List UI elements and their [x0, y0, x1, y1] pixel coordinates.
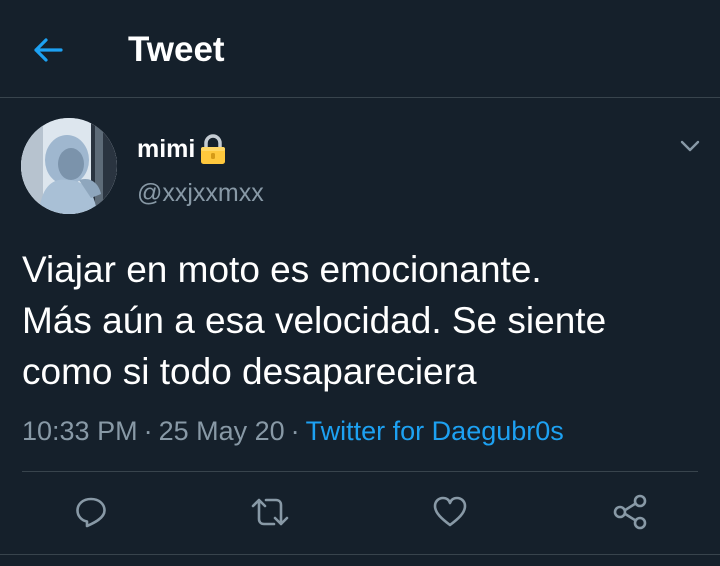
tweet-metadata: 10:33 PM · 25 May 20 · Twitter for Daegu…: [22, 413, 564, 449]
separator-dot: ·: [290, 415, 300, 446]
heart-icon: [432, 495, 468, 529]
tweet-text: Viajar en moto es emocionante. Más aún a…: [22, 249, 607, 392]
tweet-options-button[interactable]: [676, 132, 704, 160]
tweet-detail-screen: Tweet mimi @xxjxxmxx Viajar en moto es e…: [0, 0, 720, 566]
retweet-button[interactable]: [244, 486, 296, 538]
tweet-date: 25 May 20: [158, 415, 285, 446]
chevron-down-icon: [680, 140, 700, 152]
display-name[interactable]: mimi: [137, 135, 195, 164]
share-button[interactable]: [604, 486, 656, 538]
reply-bubble-icon: [74, 495, 108, 529]
top-app-bar: Tweet: [0, 0, 720, 98]
page-title: Tweet: [128, 30, 225, 69]
tweet-actions-bar: [0, 486, 720, 538]
lock-emoji-icon: [199, 133, 227, 165]
separator-dot: ·: [143, 415, 153, 446]
avatar[interactable]: [21, 118, 117, 214]
retweet-icon: [250, 495, 290, 529]
arrow-left-icon: [32, 36, 64, 64]
divider: [0, 554, 720, 555]
like-button[interactable]: [424, 486, 476, 538]
divider: [22, 471, 698, 472]
tweet-time: 10:33 PM: [22, 415, 138, 446]
tweet-source-link[interactable]: Twitter for Daegubr0s: [306, 416, 564, 447]
back-button[interactable]: [24, 28, 72, 72]
reply-button[interactable]: [65, 486, 117, 538]
share-icon: [612, 494, 648, 530]
display-name-row: mimi: [137, 130, 227, 168]
user-handle[interactable]: @xxjxxmxx: [137, 179, 264, 208]
